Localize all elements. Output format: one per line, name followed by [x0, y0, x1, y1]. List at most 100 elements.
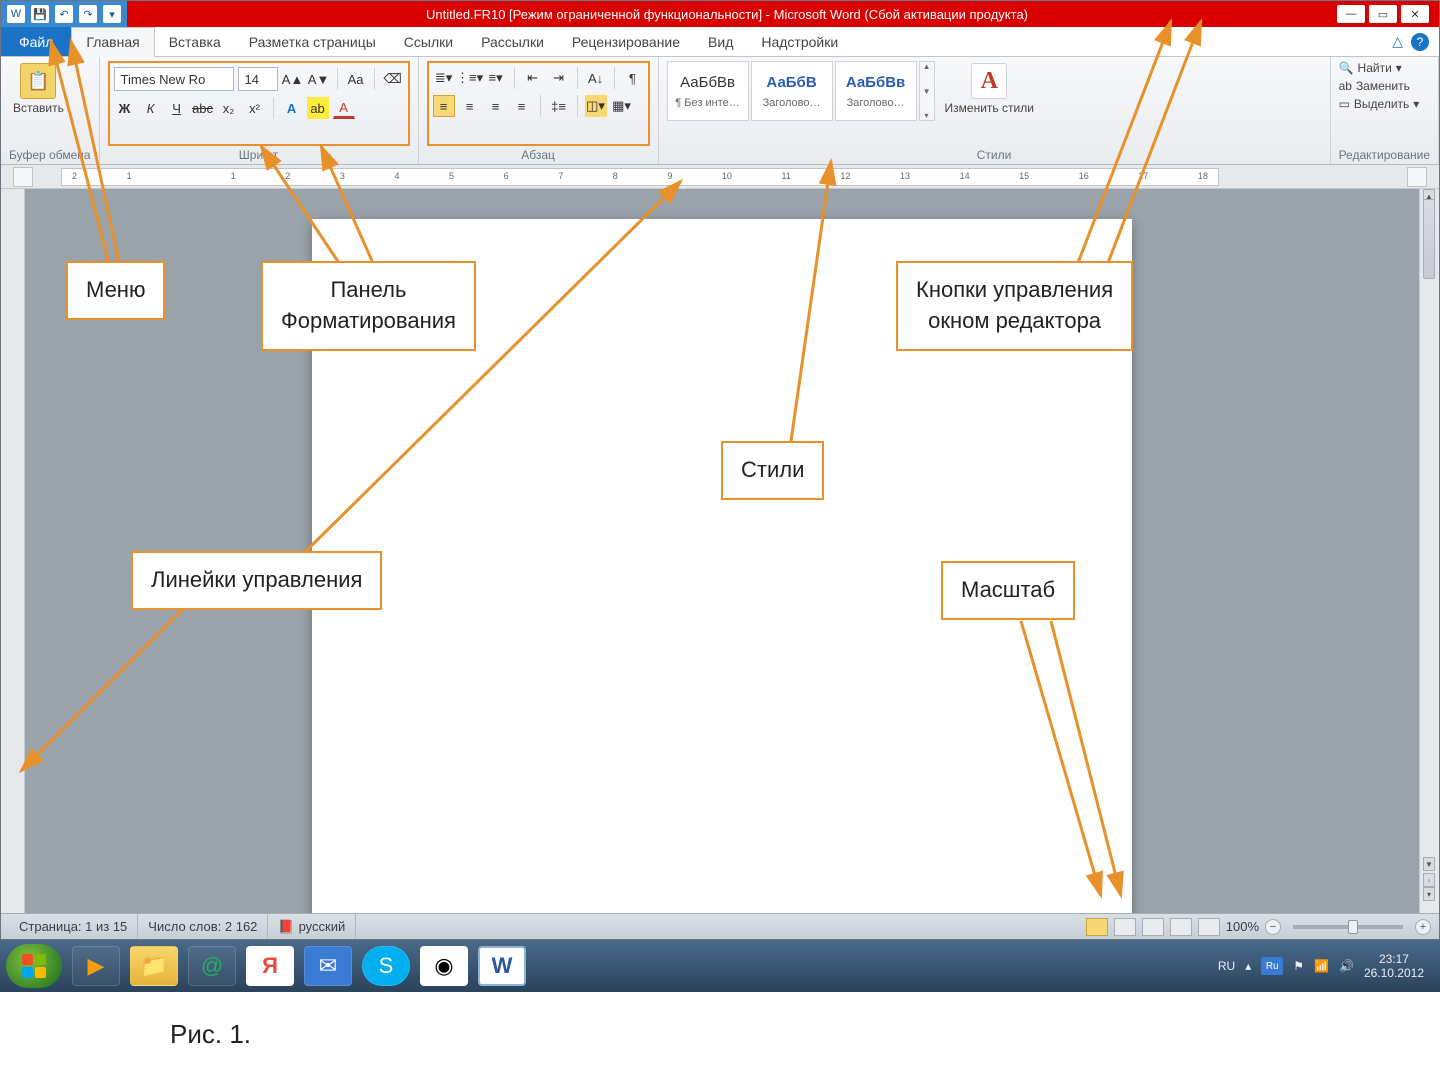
ruler-toggle[interactable]: [1407, 167, 1427, 187]
align-right-button[interactable]: ≡: [485, 95, 507, 117]
tray-network-icon[interactable]: 📶: [1314, 959, 1329, 973]
status-words[interactable]: Число слов: 2 162: [138, 914, 268, 939]
styles-gallery[interactable]: АаБбВв ¶ Без инте… АаБбВ Заголово… АаБбВ…: [667, 61, 935, 121]
ribbon-minimize-icon[interactable]: △: [1392, 33, 1403, 50]
ribbon-tabs: Файл Главная Вставка Разметка страницы С…: [1, 27, 1439, 57]
taskbar-media-player[interactable]: ▶: [72, 946, 120, 986]
taskbar-skype[interactable]: S: [362, 946, 410, 986]
next-page-icon[interactable]: ▾: [1423, 887, 1435, 901]
borders-button[interactable]: ▦▾: [611, 95, 633, 117]
tray-volume-icon[interactable]: 🔊: [1339, 959, 1354, 973]
bold-button[interactable]: Ж: [114, 97, 136, 119]
underline-button[interactable]: Ч: [166, 97, 188, 119]
multilevel-button[interactable]: ≡▾: [485, 67, 507, 89]
group-font-label: Шрифт: [108, 146, 410, 162]
taskbar-word[interactable]: W: [478, 946, 526, 986]
justify-button[interactable]: ≡: [511, 95, 533, 117]
font-size-combo[interactable]: 14: [238, 67, 278, 91]
prev-page-icon[interactable]: ◦: [1423, 873, 1435, 887]
change-case-button[interactable]: Aa: [345, 68, 367, 90]
view-print-layout[interactable]: [1086, 918, 1108, 936]
italic-button[interactable]: К: [140, 97, 162, 119]
bullets-button[interactable]: ≣▾: [433, 67, 455, 89]
taskbar-mail[interactable]: @: [188, 946, 236, 986]
tab-home[interactable]: Главная: [71, 27, 154, 57]
view-draft[interactable]: [1198, 918, 1220, 936]
shrink-font-button[interactable]: A▼: [308, 68, 330, 90]
indent-increase-button[interactable]: ⇥: [548, 67, 570, 89]
tab-addins[interactable]: Надстройки: [747, 27, 852, 56]
zoom-value[interactable]: 100%: [1226, 919, 1259, 934]
tab-references[interactable]: Ссылки: [390, 27, 467, 56]
save-icon[interactable]: 💾: [31, 5, 49, 23]
font-color-button[interactable]: A: [333, 97, 355, 119]
vertical-scrollbar[interactable]: ▲ ▼ ◦ ▾: [1419, 189, 1439, 913]
view-web[interactable]: [1142, 918, 1164, 936]
superscript-button[interactable]: x²: [244, 97, 266, 119]
word-app-icon[interactable]: W: [7, 5, 25, 23]
show-marks-button[interactable]: ¶: [622, 67, 644, 89]
style-heading1[interactable]: АаБбВ Заголово…: [751, 61, 833, 121]
align-center-button[interactable]: ≡: [459, 95, 481, 117]
replace-button[interactable]: abЗаменить: [1339, 79, 1410, 93]
select-button[interactable]: ▭Выделить▾: [1339, 97, 1420, 111]
scroll-down-icon[interactable]: ▼: [1423, 857, 1435, 871]
status-language[interactable]: 📕 русский: [268, 914, 356, 939]
file-tab[interactable]: Файл: [1, 27, 71, 56]
taskbar-yandex[interactable]: Я: [246, 946, 294, 986]
tab-layout[interactable]: Разметка страницы: [235, 27, 390, 56]
style-normal[interactable]: АаБбВв ¶ Без инте…: [667, 61, 749, 121]
line-spacing-button[interactable]: ‡≡: [548, 95, 570, 117]
group-paragraph: ≣▾ ⋮≡▾ ≡▾ ⇤ ⇥ A↓ ¶ ≡ ≡ ≡: [419, 57, 659, 164]
tray-keyboard-icon[interactable]: Ru: [1261, 957, 1283, 975]
tab-review[interactable]: Рецензирование: [558, 27, 694, 56]
taskbar-chrome[interactable]: ◉: [420, 946, 468, 986]
undo-icon[interactable]: ↶: [55, 5, 73, 23]
scroll-thumb[interactable]: [1423, 199, 1435, 279]
subscript-button[interactable]: x₂: [218, 97, 240, 119]
zoom-in-button[interactable]: +: [1415, 919, 1431, 935]
zoom-slider[interactable]: [1293, 925, 1403, 929]
help-icon[interactable]: ?: [1411, 33, 1429, 51]
clear-formatting-button[interactable]: ⌫: [382, 68, 404, 90]
start-button[interactable]: [6, 944, 62, 988]
close-button[interactable]: ✕: [1401, 5, 1429, 23]
tray-show-hidden-icon[interactable]: ▴: [1245, 959, 1251, 973]
shading-button[interactable]: ◫▾: [585, 95, 607, 117]
tray-clock[interactable]: 23:17 26.10.2012: [1364, 952, 1424, 981]
redo-icon[interactable]: ↷: [79, 5, 97, 23]
zoom-out-button[interactable]: −: [1265, 919, 1281, 935]
numbering-button[interactable]: ⋮≡▾: [459, 67, 481, 89]
sort-button[interactable]: A↓: [585, 67, 607, 89]
vertical-ruler[interactable]: [1, 189, 25, 913]
view-outline[interactable]: [1170, 918, 1192, 936]
indent-decrease-button[interactable]: ⇤: [522, 67, 544, 89]
paste-button[interactable]: 📋 Вставить: [9, 61, 68, 117]
highlight-button[interactable]: ab: [307, 97, 329, 119]
horizontal-ruler[interactable]: 21123456789101112131415161718: [61, 168, 1219, 186]
ruler-corner[interactable]: [13, 167, 33, 187]
tab-insert[interactable]: Вставка: [155, 27, 235, 56]
font-name-combo[interactable]: Times New Ro: [114, 67, 234, 91]
style-heading2[interactable]: АаБбВв Заголово…: [835, 61, 917, 121]
taskbar-explorer[interactable]: 📁: [130, 946, 178, 986]
ruler-row: 21123456789101112131415161718: [1, 165, 1439, 189]
tray-lang[interactable]: RU: [1218, 959, 1235, 973]
text-effects-button[interactable]: A: [281, 97, 303, 119]
find-button[interactable]: 🔍Найти▾: [1339, 61, 1402, 75]
taskbar-outlook[interactable]: ✉: [304, 946, 352, 986]
maximize-button[interactable]: ▭: [1369, 5, 1397, 23]
tray-flag-icon[interactable]: ⚑: [1293, 959, 1304, 973]
minimize-button[interactable]: —: [1337, 5, 1365, 23]
tab-view[interactable]: Вид: [694, 27, 747, 56]
status-page[interactable]: Страница: 1 из 15: [9, 914, 138, 939]
strike-button[interactable]: abc: [192, 97, 214, 119]
view-fullscreen[interactable]: [1114, 918, 1136, 936]
align-left-button[interactable]: ≡: [433, 95, 455, 117]
styles-scroll[interactable]: ▲▼▾: [919, 61, 935, 121]
change-styles-button[interactable]: A Изменить стили: [941, 61, 1038, 117]
tab-mailings[interactable]: Рассылки: [467, 27, 558, 56]
grow-font-button[interactable]: A▲: [282, 68, 304, 90]
window-title: Untitled.FR10 [Режим ограниченной функци…: [127, 7, 1327, 22]
qat-customize-icon[interactable]: ▾: [103, 5, 121, 23]
